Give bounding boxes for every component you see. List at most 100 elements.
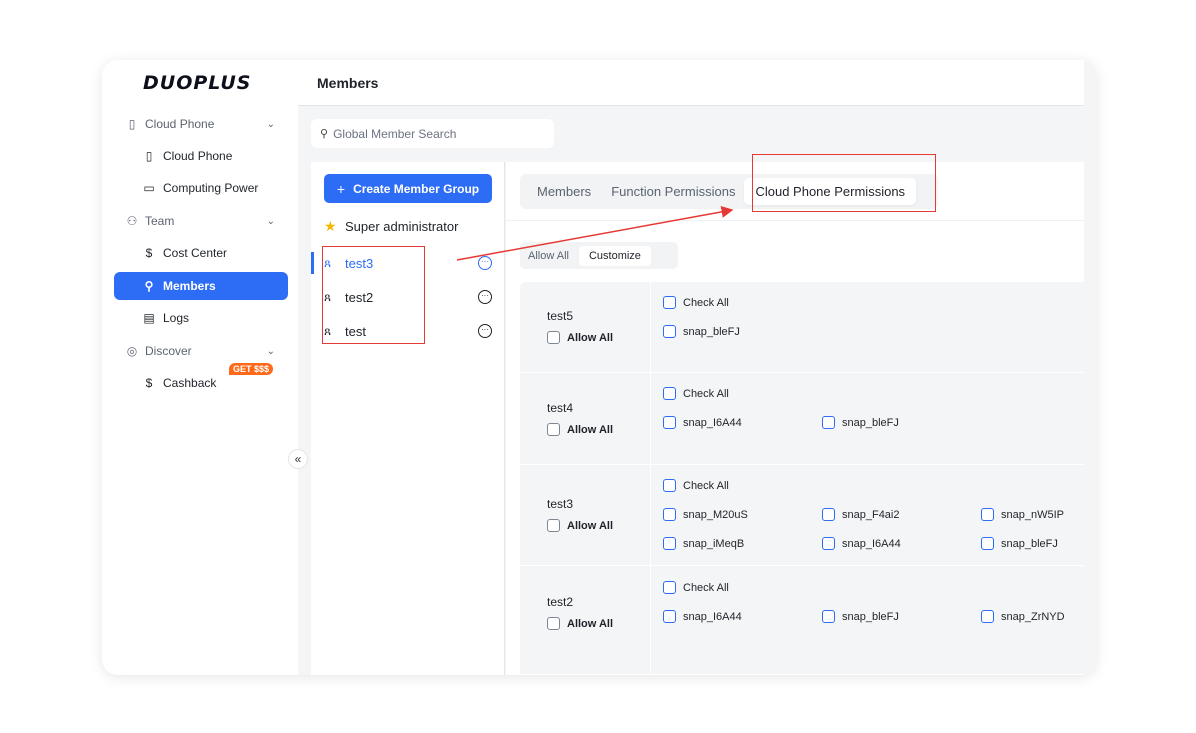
checkbox-label: snap_bleFJ — [842, 416, 899, 429]
nav-group-team[interactable]: ⚇ Team ⌄ — [125, 211, 275, 231]
nav-group-label: Cloud Phone — [145, 117, 215, 131]
tab-members[interactable]: Members — [537, 184, 591, 199]
selection-indicator — [311, 252, 314, 274]
member-name: test3 — [547, 497, 574, 511]
mode-customize[interactable]: Customize — [578, 245, 651, 266]
phone-checkbox[interactable]: snap_bleFJ — [822, 416, 899, 429]
phone-checkbox[interactable]: snap_ZrNYD — [981, 610, 1065, 623]
table-row: test3 Allow All Check All snap_M20uS sna… — [520, 465, 1084, 566]
allow-all-checkbox[interactable]: Allow All — [547, 331, 613, 344]
page-header: Members — [298, 60, 1084, 106]
more-options-icon[interactable]: ··· — [478, 324, 492, 338]
sidebar-item-label: Members — [163, 279, 216, 293]
checkbox-box — [822, 508, 835, 521]
table-row: test2 Allow All Check All snap_I6A44 sna… — [520, 566, 1084, 675]
phone-checkbox[interactable]: snap_F4ai2 — [822, 508, 900, 521]
permission-tabs: Members Function Permissions Cloud Phone… — [520, 174, 938, 209]
sidebar-item-logs[interactable]: ▤ Logs — [114, 304, 288, 332]
checkbox-box — [663, 325, 676, 338]
chevron-down-icon: ⌄ — [266, 215, 275, 227]
phone-checkbox[interactable]: snap_iMeqB — [663, 537, 744, 550]
nav-group-label: Team — [145, 214, 175, 228]
member-groups-panel: + Create Member Group ★ Super administra… — [311, 162, 505, 675]
checkbox-box — [663, 416, 676, 429]
group-super-administrator[interactable]: ★ Super administrator — [324, 215, 492, 237]
check-all-checkbox[interactable]: Check All — [663, 296, 729, 309]
app-window: DUOPLUS ▯ Cloud Phone ⌄ ▯ Cloud Phone ▭ … — [102, 60, 1096, 675]
group-item-test[interactable]: ጸ test ··· — [324, 320, 492, 342]
sidebar-item-cashback[interactable]: $ Cashback GET $$$ — [114, 363, 288, 397]
phone-icon: ▯ — [145, 149, 153, 163]
checkbox-label: snap_nW5IP — [1001, 508, 1064, 521]
permission-mode-toggle: Allow All Customize — [520, 242, 678, 269]
phone-checkbox[interactable]: snap_nW5IP — [981, 508, 1064, 521]
checkbox-label: snap_I6A44 — [683, 610, 742, 623]
duoplus-logo[interactable]: DUOPLUS — [143, 72, 251, 94]
checkbox-label: Check All — [683, 387, 729, 400]
member-name: test4 — [547, 401, 574, 415]
checkbox-box — [981, 610, 994, 623]
checkbox-box — [663, 537, 676, 550]
search-placeholder: Global Member Search — [333, 126, 457, 141]
plus-icon: + — [336, 180, 346, 197]
group-item-test2[interactable]: ጸ test2 ··· — [324, 286, 492, 308]
checkbox-label: snap_bleFJ — [1001, 537, 1058, 550]
phone-outline-icon: ▯ — [128, 117, 136, 131]
checkbox-box — [822, 610, 835, 623]
phone-checkbox[interactable]: snap_M20uS — [663, 508, 748, 521]
chevron-down-icon: ⌄ — [266, 118, 275, 130]
nav-group-discover[interactable]: ◎ Discover ⌄ — [125, 341, 275, 361]
checkbox-label: snap_F4ai2 — [842, 508, 900, 521]
checkbox-label: snap_I6A44 — [842, 537, 901, 550]
checkbox-box — [663, 508, 676, 521]
group-item-test3[interactable]: ጸ test3 ··· — [324, 252, 492, 274]
tab-function-permissions[interactable]: Function Permissions — [611, 184, 735, 199]
phone-checkbox[interactable]: snap_I6A44 — [663, 610, 742, 623]
double-chevron-left-icon: « — [294, 452, 302, 466]
sidebar-item-members[interactable]: ⚲ Members — [114, 272, 288, 300]
table-row: test4 Allow All Check All snap_I6A44 sna… — [520, 373, 1084, 465]
more-options-icon[interactable]: ··· — [478, 290, 492, 304]
search-input[interactable]: ⚲ Global Member Search — [311, 119, 554, 148]
checkbox-box — [822, 537, 835, 550]
dollar-icon: $ — [145, 376, 153, 390]
allow-all-checkbox[interactable]: Allow All — [547, 423, 613, 436]
sidebar-item-cost-center[interactable]: $ Cost Center — [114, 239, 288, 267]
phone-checkbox[interactable]: snap_I6A44 — [663, 416, 742, 429]
nav-group-cloud-phone[interactable]: ▯ Cloud Phone ⌄ — [125, 114, 275, 134]
member-name: test2 — [547, 595, 574, 609]
checkbox-label: Allow All — [567, 617, 614, 630]
check-all-checkbox[interactable]: Check All — [663, 581, 729, 594]
allow-all-checkbox[interactable]: Allow All — [547, 617, 613, 630]
checkbox-label: snap_ZrNYD — [1001, 610, 1065, 623]
check-all-checkbox[interactable]: Check All — [663, 479, 729, 492]
mode-allow-all[interactable]: Allow All — [528, 250, 569, 262]
checkbox-label: snap_I6A44 — [683, 416, 742, 429]
sidebar-item-cloud-phone[interactable]: ▯ Cloud Phone — [114, 142, 288, 170]
checkbox-label: Check All — [683, 581, 729, 594]
create-member-group-button[interactable]: + Create Member Group — [324, 174, 492, 203]
checkbox-label: snap_M20uS — [683, 508, 748, 521]
checkbox-label: Check All — [683, 479, 729, 492]
checkbox-box — [547, 617, 560, 630]
search-icon: ⚲ — [320, 128, 329, 140]
check-all-checkbox[interactable]: Check All — [663, 387, 729, 400]
button-label: Create Member Group — [353, 181, 480, 196]
checkbox-label: Check All — [683, 296, 729, 309]
phone-checkbox[interactable]: snap_bleFJ — [822, 610, 899, 623]
more-options-icon[interactable]: ··· — [478, 256, 492, 270]
star-icon: ★ — [324, 217, 337, 234]
allow-all-checkbox[interactable]: Allow All — [547, 519, 613, 532]
sidebar-item-computing-power[interactable]: ▭ Computing Power — [114, 174, 288, 202]
tab-cloud-phone-permissions[interactable]: Cloud Phone Permissions — [744, 178, 917, 205]
group-label: Super administrator — [345, 218, 459, 234]
phone-checkbox[interactable]: snap_bleFJ — [981, 537, 1058, 550]
checkbox-box — [547, 519, 560, 532]
collapse-sidebar-button[interactable]: « — [288, 449, 308, 469]
checkbox-box — [663, 296, 676, 309]
nav-group-label: Discover — [145, 344, 192, 358]
phone-checkbox[interactable]: snap_I6A44 — [822, 537, 901, 550]
divider — [506, 220, 1084, 221]
phone-checkbox[interactable]: snap_bleFJ — [663, 325, 740, 338]
user-icon: ጸ — [324, 289, 332, 304]
